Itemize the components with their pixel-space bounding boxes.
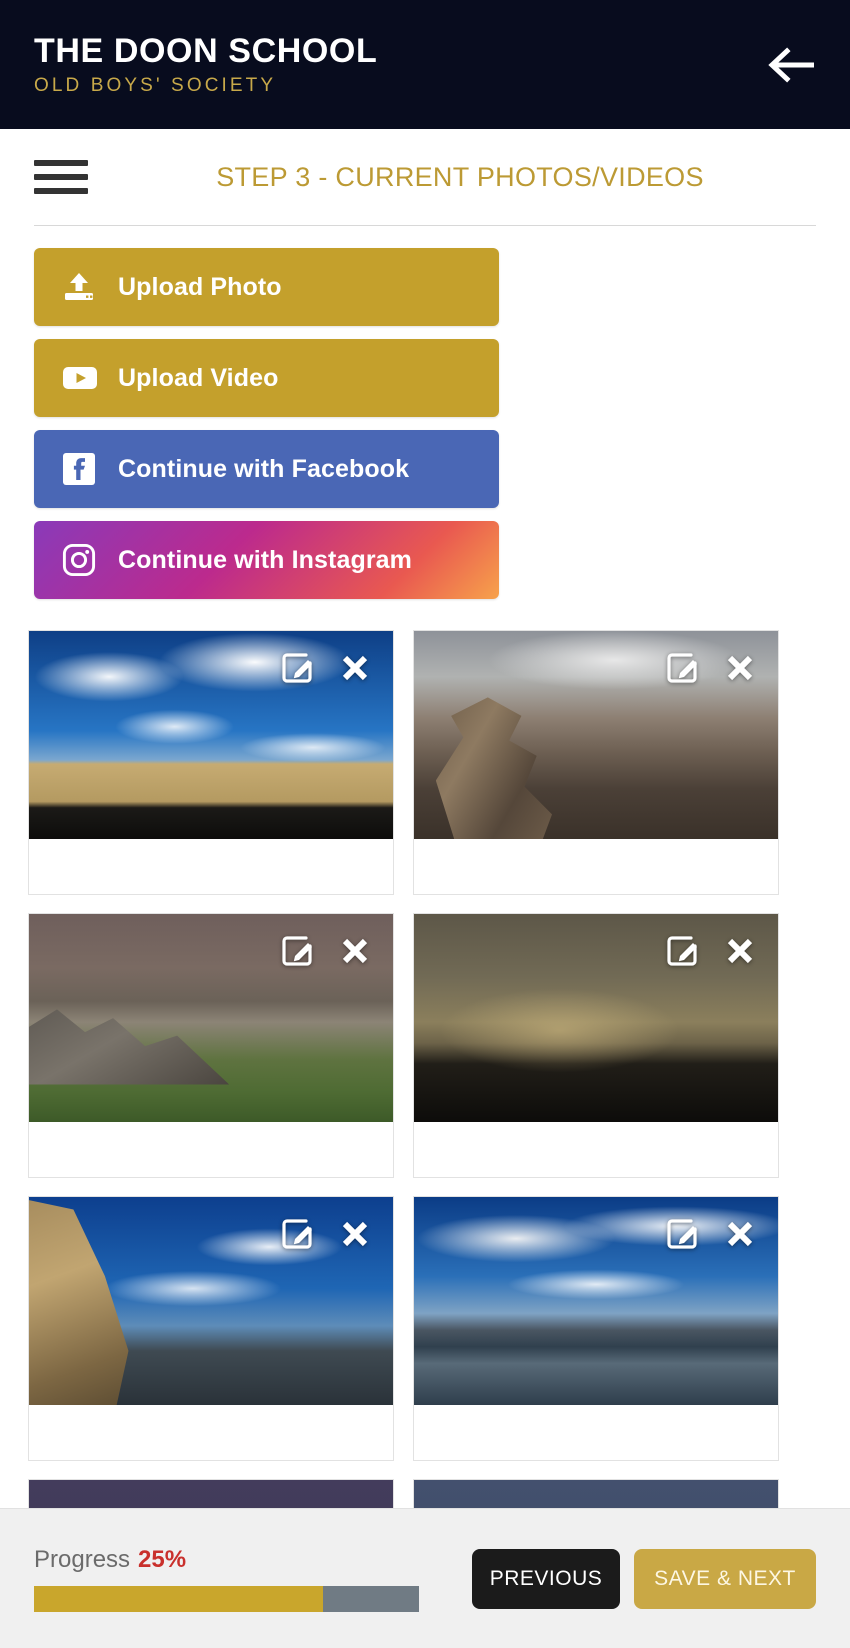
media-card-controls [281,1217,371,1256]
close-x-icon[interactable] [724,652,756,689]
continue-with-instagram-button[interactable]: Continue with Instagram [34,521,499,599]
media-card-caption [29,1405,393,1460]
media-card-caption [414,839,778,894]
upload-icon [62,272,104,302]
edit-pencil-icon[interactable] [281,934,315,973]
media-grid [0,612,850,1648]
brand-subtitle: OLD BOYS' SOCIETY [34,74,277,96]
edit-pencil-icon[interactable] [666,934,700,973]
edit-pencil-icon[interactable] [281,651,315,690]
media-card-controls [666,1217,756,1256]
media-card-controls [281,651,371,690]
facebook-icon [62,452,104,486]
media-thumbnail[interactable] [29,631,393,839]
media-card[interactable] [413,913,779,1178]
media-thumbnail[interactable] [414,914,778,1122]
media-card-controls [666,651,756,690]
progress-bar-track [34,1585,419,1612]
media-thumbnail[interactable] [29,914,393,1122]
media-thumbnail[interactable] [29,1197,393,1405]
hamburger-bar [34,160,88,166]
progress-label: Progress [34,1545,131,1573]
instagram-icon [62,543,104,577]
edit-pencil-icon[interactable] [666,1217,700,1256]
media-card-caption [414,1122,778,1177]
close-x-icon[interactable] [339,1218,371,1255]
upload-actions: Upload Photo Upload Video Continue with … [0,226,850,599]
progress-label-row: Progress 25% [34,1546,424,1574]
media-card[interactable] [413,630,779,895]
continue-with-facebook-label: Continue with Facebook [118,454,410,483]
upload-photo-button[interactable]: Upload Photo [34,248,499,326]
close-x-icon[interactable] [339,652,371,689]
media-thumbnail[interactable] [414,631,778,839]
brand-block: THE DOON SCHOOL OLD BOYS' SOCIETY [34,32,377,96]
media-thumbnail[interactable] [414,1197,778,1405]
media-card-controls [666,934,756,973]
page-title: STEP 3 - CURRENT PHOTOS/VIDEOS [216,161,704,192]
continue-with-instagram-label: Continue with Instagram [118,545,412,574]
back-arrow-icon[interactable] [764,37,820,93]
close-x-icon[interactable] [724,935,756,972]
brand-title: THE DOON SCHOOL [34,32,378,71]
step-header: STEP 3 - CURRENT PHOTOS/VIDEOS [0,129,850,225]
edit-pencil-icon[interactable] [666,651,700,690]
previous-button[interactable]: PREVIOUS [472,1548,620,1609]
upload-video-button[interactable]: Upload Video [34,339,499,417]
upload-video-label: Upload Video [118,363,279,392]
media-card[interactable] [28,913,394,1178]
media-card[interactable] [413,1196,779,1461]
youtube-play-icon [62,364,104,392]
footer-actions: PREVIOUS SAVE & NEXT [472,1548,816,1609]
media-card-caption [414,1405,778,1460]
progress-bar-fill [34,1585,323,1612]
progress-percent: 25% [138,1545,187,1573]
media-card-caption [29,839,393,894]
media-card-caption [29,1122,393,1177]
media-card[interactable] [28,630,394,895]
hamburger-bar [34,188,88,194]
edit-pencil-icon[interactable] [281,1217,315,1256]
hamburger-bar [34,174,88,180]
save-and-next-button[interactable]: SAVE & NEXT [634,1548,816,1609]
continue-with-facebook-button[interactable]: Continue with Facebook [34,430,499,508]
progress-section: Progress 25% [34,1546,424,1612]
hamburger-menu-icon[interactable] [34,157,88,197]
close-x-icon[interactable] [339,935,371,972]
media-card[interactable] [28,1196,394,1461]
app-header: THE DOON SCHOOL OLD BOYS' SOCIETY [0,0,850,129]
close-x-icon[interactable] [724,1218,756,1255]
media-card-controls [281,934,371,973]
upload-photo-label: Upload Photo [118,272,282,301]
footer-bar: Progress 25% PREVIOUS SAVE & NEXT [0,1508,850,1648]
